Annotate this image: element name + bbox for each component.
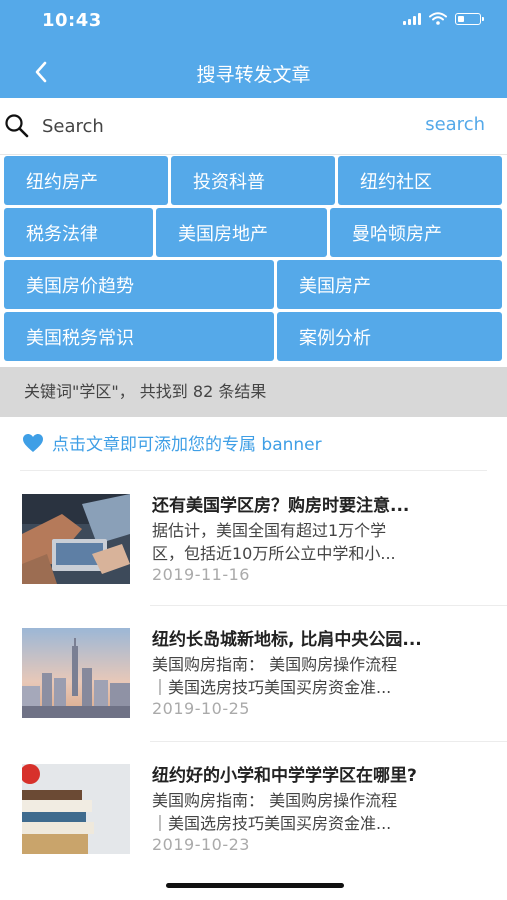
- divider: [150, 741, 507, 742]
- article-summary: 据估计，美国全国有超过1万个学 区，包括近10万所公立中学和小...: [152, 519, 490, 565]
- divider: [150, 605, 507, 606]
- tag-row: 纽约房产 投资科普 纽约社区: [4, 156, 504, 205]
- tag-tax-law[interactable]: 税务法律: [4, 208, 153, 257]
- article-summary-line: 美国购房指南： 美国购房操作流程: [152, 655, 398, 674]
- wifi-icon: [429, 12, 447, 25]
- search-button[interactable]: search: [425, 114, 485, 135]
- status-time: 10:43: [42, 10, 102, 31]
- article-thumbnail: [22, 494, 130, 584]
- result-count: 关键词"学区"， 共找到 82 条结果: [0, 367, 507, 417]
- search-input[interactable]: [40, 110, 384, 142]
- home-indicator[interactable]: [166, 883, 344, 888]
- tag-row: 美国房价趋势 美国房产: [4, 260, 504, 309]
- article-date: 2019-10-25: [152, 699, 250, 718]
- article-summary-line: 美国购房指南： 美国购房操作流程: [152, 791, 398, 810]
- keyword-tags: 纽约房产 投资科普 纽约社区 税务法律 美国房地产 曼哈顿房产 美国房价趋势 美…: [4, 156, 504, 364]
- tag-us-real-estate[interactable]: 美国房地产: [156, 208, 327, 257]
- article-thumbnail: [22, 628, 130, 718]
- article-title: 纽约长岛城新地标, 比肩中央公园...: [152, 630, 422, 650]
- battery-icon: [455, 12, 484, 25]
- tag-tax-basics[interactable]: 美国税务常识: [4, 312, 274, 361]
- tag-price-trend[interactable]: 美国房价趋势: [4, 260, 274, 309]
- tag-row: 美国税务常识 案例分析: [4, 312, 504, 361]
- article-summary: 美国购房指南： 美国购房操作流程 ｜美国选房技巧美国买房资金准...: [152, 653, 490, 699]
- article-summary-line: ｜美国选房技巧美国买房资金准...: [152, 814, 392, 833]
- tag-case-study[interactable]: 案例分析: [277, 312, 502, 361]
- status-icons: [403, 12, 484, 25]
- tag-row: 税务法律 美国房地产 曼哈顿房产: [4, 208, 504, 257]
- article-summary-line: ｜美国选房技巧美国买房资金准...: [152, 678, 392, 697]
- article-title: 纽约好的小学和中学学学区在哪里?: [152, 766, 417, 786]
- divider: [20, 470, 487, 471]
- article-date: 2019-10-23: [152, 835, 250, 854]
- tag-investment[interactable]: 投资科普: [171, 156, 335, 205]
- tag-nyc-property[interactable]: 纽约房产: [4, 156, 168, 205]
- article-title: 还有美国学区房？购房时要注意...: [152, 496, 410, 516]
- search-icon: [5, 114, 29, 138]
- article-date: 2019-11-16: [152, 565, 250, 584]
- banner-tip-text: 点击文章即可添加您的专属 banner: [52, 435, 322, 455]
- search-bar: search: [0, 98, 507, 155]
- article-summary: 美国购房指南： 美国购房操作流程 ｜美国选房技巧美国买房资金准...: [152, 789, 490, 835]
- tag-nyc-community[interactable]: 纽约社区: [338, 156, 502, 205]
- tag-manhattan-property[interactable]: 曼哈顿房产: [330, 208, 502, 257]
- banner-tip[interactable]: 点击文章即可添加您的专属 banner: [22, 430, 322, 455]
- heart-icon: [23, 433, 43, 452]
- tag-us-property[interactable]: 美国房产: [277, 260, 502, 309]
- page-title: 搜寻转发文章: [196, 64, 311, 86]
- article-item[interactable]: 还有美国学区房？购房时要注意... 据估计，美国全国有超过1万个学 区，包括近1…: [22, 494, 492, 604]
- signal-icon: [403, 12, 421, 25]
- app-header: 10:43 搜寻转发文章: [0, 0, 507, 98]
- article-summary-line: 据估计，美国全国有超过1万个学: [152, 521, 387, 540]
- article-thumbnail: [22, 764, 130, 854]
- article-item[interactable]: 纽约好的小学和中学学学区在哪里? 美国购房指南： 美国购房操作流程 ｜美国选房技…: [22, 764, 492, 874]
- article-summary-line: 区，包括近10万所公立中学和小...: [152, 544, 396, 563]
- article-item[interactable]: 纽约长岛城新地标, 比肩中央公园... 美国购房指南： 美国购房操作流程 ｜美国…: [22, 628, 492, 738]
